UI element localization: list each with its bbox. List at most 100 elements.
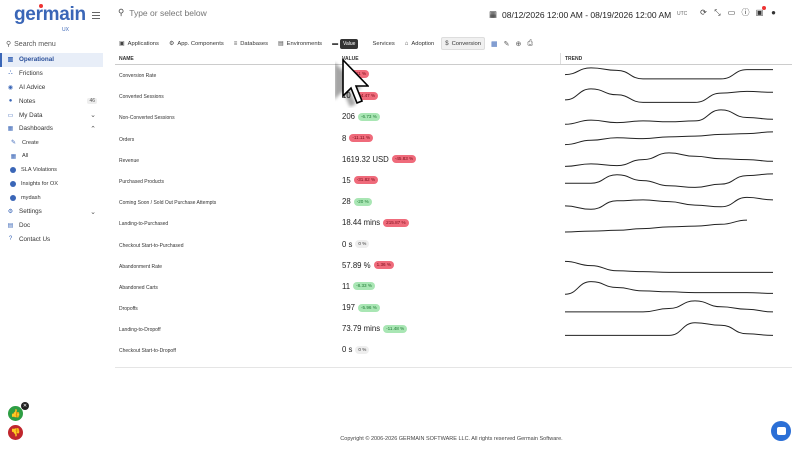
table-row[interactable]: Conversion Rate-15.11 % bbox=[115, 65, 792, 86]
tab-app-components[interactable]: ⚙ App. Components bbox=[166, 37, 227, 50]
sidebar-item-frictions[interactable]: ⛬ Frictions bbox=[0, 67, 103, 81]
tab-applications[interactable]: ▣ Applications bbox=[116, 37, 162, 50]
table-header: NAME VALUE TREND bbox=[115, 52, 792, 65]
chat-button[interactable] bbox=[771, 421, 791, 441]
metric-name[interactable]: Conversion Rate bbox=[119, 73, 156, 79]
dashboard-icon: ▦ bbox=[7, 126, 14, 133]
sidebar-item-insights-for-ox[interactable]: Insights for OX bbox=[0, 177, 103, 191]
header-trend[interactable]: TREND bbox=[565, 56, 582, 62]
sidebar: germain UX ⚲ Search menu ▥ Operational ⛬… bbox=[0, 0, 103, 450]
hamburger-menu-icon[interactable] bbox=[92, 12, 100, 19]
metric-value: 1619.32 USD -45.83 % bbox=[342, 155, 417, 164]
sidebar-item-mydash[interactable]: mydash bbox=[0, 191, 103, 205]
add-icon[interactable]: ⊕ bbox=[515, 40, 521, 48]
search-menu[interactable]: ⚲ Search menu bbox=[6, 38, 100, 50]
metric-name[interactable]: Non-Converted Sessions bbox=[119, 115, 175, 121]
metric-value: 0 s0 % bbox=[342, 345, 370, 355]
table-row[interactable]: Abandonment Rate 57.89 % 1.36 % bbox=[115, 256, 792, 277]
trend-sparkline bbox=[565, 300, 773, 313]
metric-name[interactable]: Converted Sessions bbox=[119, 94, 164, 100]
global-search-input[interactable] bbox=[129, 7, 330, 18]
date-range-picker[interactable]: ▦ 08/12/2026 12:00 AM - 08/19/2026 12:00… bbox=[489, 9, 671, 20]
sidebar-item-operational[interactable]: ▥ Operational bbox=[0, 53, 103, 67]
metric-name[interactable]: Abandoned Carts bbox=[119, 285, 158, 291]
metric-value: 15 -31.82 % bbox=[342, 176, 379, 185]
search-icon: ⚲ bbox=[118, 7, 125, 17]
tab-services[interactable]: Services bbox=[370, 37, 398, 50]
table-row[interactable]: Coming Soon / Sold Out Purchase Attempts… bbox=[115, 192, 792, 213]
tab-conversion[interactable]: $ Conversion bbox=[441, 37, 485, 50]
germain-logo[interactable]: germain UX bbox=[14, 4, 86, 33]
sidebar-item-my-data[interactable]: ▭ My Data ⌄ bbox=[0, 108, 103, 122]
table-row[interactable]: Converted Sessions 10 -44.47 % bbox=[115, 86, 792, 107]
table-row[interactable]: Abandoned Carts 11 -8.33 % bbox=[115, 277, 792, 298]
table-row[interactable]: Orders 8 -11.11 % bbox=[115, 129, 792, 150]
change-badge: -8.33 % bbox=[353, 282, 375, 291]
sidebar-item-create[interactable]: ✎ Create bbox=[0, 136, 103, 150]
notes-count-badge: 46 bbox=[87, 98, 97, 105]
sidebar-item-notes[interactable]: ● Notes 46 bbox=[0, 94, 103, 108]
metric-name[interactable]: Checkout Start-to-Dropoff bbox=[119, 348, 176, 354]
sidebar-item-dashboards[interactable]: ▦ Dashboards ⌃ bbox=[0, 122, 103, 136]
metric-name[interactable]: Orders bbox=[119, 137, 134, 143]
metric-value: 11 -8.33 % bbox=[342, 282, 375, 291]
table-row[interactable]: Landing-to-Purchased 18.44 mins 215.87 % bbox=[115, 213, 792, 234]
metric-value-text: 28 bbox=[342, 197, 351, 207]
metric-value: 18.44 mins 215.87 % bbox=[342, 218, 409, 227]
sidebar-item-all[interactable]: ▦ All bbox=[0, 150, 103, 164]
table-row[interactable]: Checkout Start-to-Purchased 0 s0 % bbox=[115, 235, 792, 256]
table-row[interactable]: Purchased Products 15 -31.82 % bbox=[115, 171, 792, 192]
table-row[interactable]: Landing-to-Dropoff 73.79 mins -11.48 % bbox=[115, 319, 792, 340]
metric-name[interactable]: Coming Soon / Sold Out Purchase Attempts bbox=[119, 200, 216, 206]
calendar-icon[interactable]: ▦ bbox=[491, 40, 498, 48]
metric-name[interactable]: Revenue bbox=[119, 158, 139, 164]
user-icon[interactable]: ● bbox=[769, 8, 778, 17]
tab-environments[interactable]: ▤ Environments bbox=[275, 37, 325, 50]
sidebar-item-contact-us[interactable]: ? Contact Us bbox=[0, 232, 103, 246]
trend-sparkline bbox=[565, 67, 773, 80]
metric-name[interactable]: Checkout Start-to-Purchased bbox=[119, 243, 183, 249]
metric-name[interactable]: Dropoffs bbox=[119, 306, 138, 312]
components-icon: ⚙ bbox=[168, 41, 175, 47]
edit-icon[interactable]: ✎ bbox=[504, 40, 510, 48]
monitor-icon[interactable]: ▭ bbox=[727, 8, 736, 17]
metric-name[interactable]: Landing-to-Purchased bbox=[119, 221, 168, 227]
header-name[interactable]: NAME bbox=[119, 56, 134, 62]
mouse-cursor-icon bbox=[335, 58, 369, 107]
table-row[interactable]: Checkout Start-to-Dropoff 0 s0 % bbox=[115, 340, 792, 361]
mydash-icon bbox=[10, 194, 16, 201]
metric-name[interactable]: Abandonment Rate bbox=[119, 264, 162, 270]
sidebar-item-sla-violations[interactable]: SLA Violations bbox=[0, 163, 103, 177]
my-data-icon: ▭ bbox=[7, 112, 14, 119]
metric-value-text: 0 s bbox=[342, 345, 353, 355]
global-search[interactable]: ⚲ bbox=[118, 7, 330, 18]
metric-name[interactable]: Landing-to-Dropoff bbox=[119, 327, 161, 333]
table-row[interactable]: Dropoffs 197 -5.96 % bbox=[115, 298, 792, 319]
trend-line bbox=[565, 130, 773, 145]
tab-adoption[interactable]: ⌂ Adoption bbox=[402, 37, 438, 50]
top-bar: ⚲ ▦ 08/12/2026 12:00 AM - 08/19/2026 12:… bbox=[103, 0, 800, 28]
doc-icon: ▤ bbox=[7, 222, 14, 229]
close-icon[interactable]: ✕ bbox=[21, 402, 29, 410]
sidebar-item-doc[interactable]: ▤ Doc bbox=[0, 219, 103, 233]
print-icon[interactable]: ⎙ bbox=[527, 40, 533, 48]
metric-name[interactable]: Purchased Products bbox=[119, 179, 164, 185]
sidebar-item-ai-advice[interactable]: ◉ AI Advice bbox=[0, 81, 103, 95]
metric-value: 197 -5.96 % bbox=[342, 303, 380, 312]
tab-databases[interactable]: ≡ Databases bbox=[231, 37, 271, 50]
notifications-icon[interactable]: ▣ bbox=[755, 6, 766, 17]
change-badge: -20 % bbox=[353, 197, 372, 206]
info-icon[interactable]: ⓘ bbox=[741, 8, 750, 17]
trend-line bbox=[565, 152, 773, 167]
metric-value-text: 73.79 mins bbox=[342, 324, 381, 334]
collapse-icon[interactable]: ⤡ bbox=[713, 8, 722, 17]
metric-value: 8 -11.11 % bbox=[342, 134, 374, 143]
pencil-icon: ✎ bbox=[10, 140, 17, 147]
refresh-icon[interactable]: ⟳ bbox=[699, 8, 708, 17]
table-row[interactable]: Non-Converted Sessions 206 -6.73 % bbox=[115, 107, 792, 128]
table-row[interactable]: Revenue 1619.32 USD -45.83 % bbox=[115, 150, 792, 171]
sidebar-item-settings[interactable]: ⚙ Settings ⌄ bbox=[0, 205, 103, 219]
change-badge: -6.73 % bbox=[358, 112, 380, 121]
notes-icon: ● bbox=[8, 98, 13, 105]
conversion-table: NAME VALUE TREND Conversion Rate-15.11 %… bbox=[115, 52, 792, 362]
